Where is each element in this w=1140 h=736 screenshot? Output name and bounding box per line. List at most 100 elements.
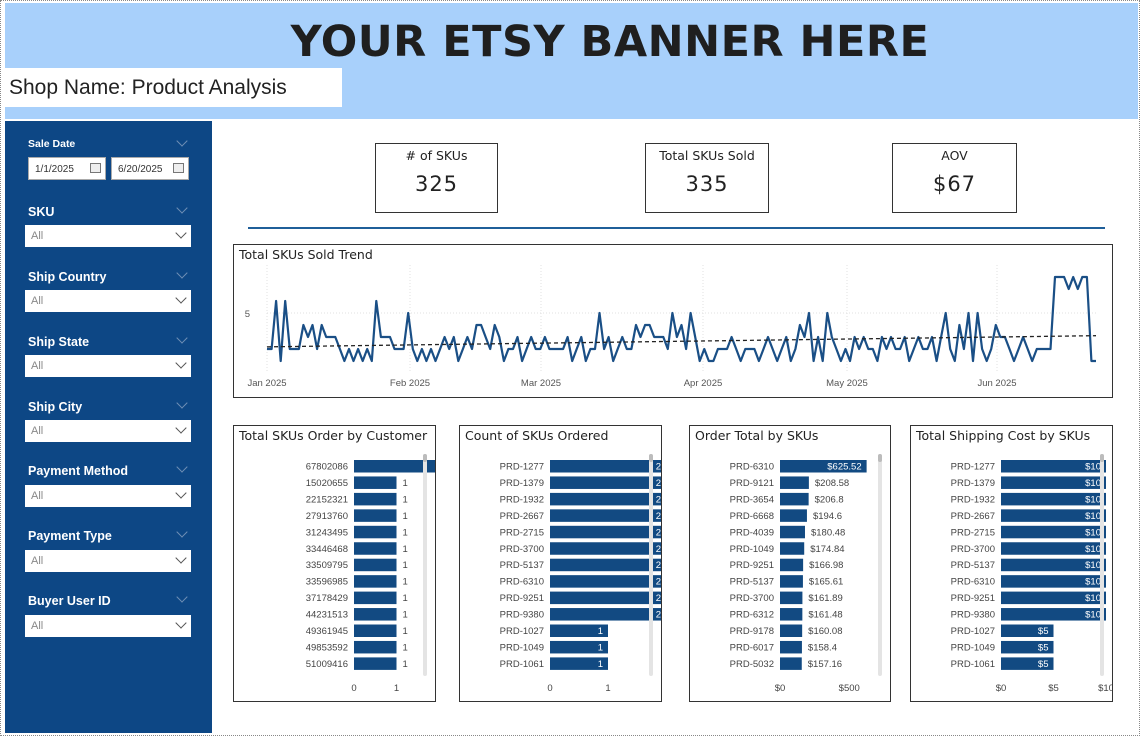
bar-category-label: PRD-9121: [730, 478, 774, 489]
bar-category-label: PRD-6310: [951, 577, 995, 588]
bar-category-label: PRD-9251: [730, 560, 774, 571]
bar-category-label: PRD-6017: [730, 642, 774, 653]
bar-category-label: PRD-1379: [500, 478, 544, 489]
scrollbar-thumb: [1100, 454, 1104, 462]
bar: [354, 509, 397, 522]
x-tick-label: 0: [547, 683, 552, 694]
x-tick-label: $0: [775, 683, 786, 694]
bar-category-label: PRD-1049: [951, 642, 995, 653]
kpi-title: # of SKUs: [405, 148, 468, 163]
buyer-user-id-dropdown-value: All: [31, 620, 44, 632]
sku-dropdown[interactable]: All: [25, 225, 191, 247]
scrollbar: [423, 454, 427, 676]
kpi-card-sku-count: # of SKUs 325: [375, 143, 498, 213]
ship-country-dropdown-value: All: [31, 295, 44, 307]
payment-type-dropdown[interactable]: All: [25, 550, 191, 572]
buyer-user-id-dropdown[interactable]: All: [25, 615, 191, 637]
trend-series-line: [267, 275, 1096, 363]
bar-value-label: 2: [656, 577, 661, 588]
bar-category-label: PRD-1932: [951, 494, 995, 505]
kpi-card-total-skus-sold: Total SKUs Sold 335: [645, 143, 769, 213]
x-tick-label: Feb 2025: [390, 378, 430, 389]
bar-value-label: 1: [403, 478, 408, 489]
bar-category-label: 22152321: [306, 494, 348, 505]
chevron-down-icon[interactable]: [176, 332, 188, 344]
chevron-down-icon[interactable]: [176, 526, 188, 538]
bar: [780, 558, 804, 572]
end-date-value: 6/20/2025: [118, 164, 163, 175]
bar-value-label: $158.4: [808, 642, 837, 653]
scrollbar: [649, 454, 653, 676]
bar-category-label: PRD-9380: [951, 610, 995, 621]
bar: [354, 525, 397, 539]
scrollbar: [1100, 454, 1104, 676]
kpi-card-aov: AOV $67: [892, 143, 1017, 213]
ship-state-dropdown[interactable]: All: [25, 355, 191, 377]
bar-category-label: PRD-3700: [730, 593, 774, 604]
bar-category-label: PRD-1049: [500, 642, 544, 653]
bar-category-label: 37178429: [306, 593, 348, 604]
calendar-icon[interactable]: [90, 163, 101, 173]
bar-value-label: $10: [1085, 494, 1101, 505]
ship-country-dropdown[interactable]: All: [25, 290, 191, 312]
bar-category-label: PRD-6310: [730, 462, 774, 473]
bar: [354, 492, 397, 506]
payment-method-dropdown[interactable]: All: [25, 485, 191, 507]
chevron-down-icon: [175, 422, 187, 434]
bar-value-label: $161.48: [808, 610, 842, 621]
ship-city-dropdown-value: All: [31, 425, 44, 437]
bar-category-label: PRD-9380: [500, 610, 544, 621]
bar-category-label: PRD-1027: [500, 626, 544, 637]
x-tick-label: Jan 2025: [247, 378, 286, 389]
bar-value-label: $10: [1085, 462, 1101, 473]
bar-category-label: PRD-1277: [951, 462, 995, 473]
bar-chart-panel-customer: Total SKUs Order by Customer 67802086215…: [233, 425, 436, 702]
bar: [780, 509, 807, 522]
bar: [780, 640, 802, 654]
bar: [780, 608, 803, 621]
bar-category-label: PRD-1277: [500, 462, 544, 473]
end-date-input[interactable]: 6/20/2025: [111, 157, 189, 180]
ship-country-filter-label: Ship Country: [28, 270, 107, 284]
bar-category-label: PRD-2667: [951, 511, 995, 522]
bar-value-label: 2: [656, 593, 661, 604]
calendar-icon[interactable]: [173, 163, 184, 173]
chevron-down-icon[interactable]: [176, 461, 188, 473]
scrollbar-thumb: [649, 454, 653, 462]
bar: [354, 608, 397, 621]
bar: [550, 591, 661, 605]
payment-method-filter-label: Payment Method: [28, 464, 129, 478]
bar: [550, 575, 661, 588]
sale-date-label: Sale Date: [28, 138, 76, 150]
bar-value-label: 1: [403, 494, 408, 505]
scrollbar-thumb: [878, 454, 882, 462]
x-tick-label: Jun 2025: [977, 378, 1016, 389]
bar-value-label: 2: [656, 494, 661, 505]
bar: [550, 476, 661, 489]
ship-city-dropdown[interactable]: All: [25, 420, 191, 442]
bar-value-label: $161.89: [808, 593, 842, 604]
bar-category-label: PRD-4039: [730, 527, 774, 538]
start-date-input[interactable]: 1/1/2025: [28, 157, 106, 180]
bar: [354, 542, 397, 555]
bar-value-label: $194.6: [813, 511, 842, 522]
bar-category-label: PRD-1379: [951, 478, 995, 489]
bar-value-label: $10: [1085, 560, 1101, 571]
chevron-down-icon: [175, 617, 187, 629]
chevron-down-icon: [175, 227, 187, 239]
bar-value-label: $10: [1085, 577, 1101, 588]
chevron-down-icon[interactable]: [176, 267, 188, 279]
bar: [354, 575, 397, 588]
bar-value-label: 1: [403, 610, 408, 621]
chevron-down-icon[interactable]: [176, 591, 188, 603]
x-tick-label: 1: [605, 683, 610, 694]
bar-value-label: 1: [403, 626, 408, 637]
bar-category-label: PRD-6668: [730, 511, 774, 522]
bar-chart-panel-count: Count of SKUs Ordered PRD-1277 2 PRD-1379 2…: [459, 425, 662, 702]
chevron-down-icon[interactable]: [176, 397, 188, 409]
bar-chart: PRD-6310 $625.52 PRD-9121 $208.58 PRD-3654 $2…: [730, 454, 882, 694]
chevron-down-icon[interactable]: [176, 202, 188, 214]
bar: [354, 558, 397, 572]
chevron-down-icon[interactable]: [176, 135, 188, 147]
bar-category-label: PRD-2715: [951, 527, 995, 538]
